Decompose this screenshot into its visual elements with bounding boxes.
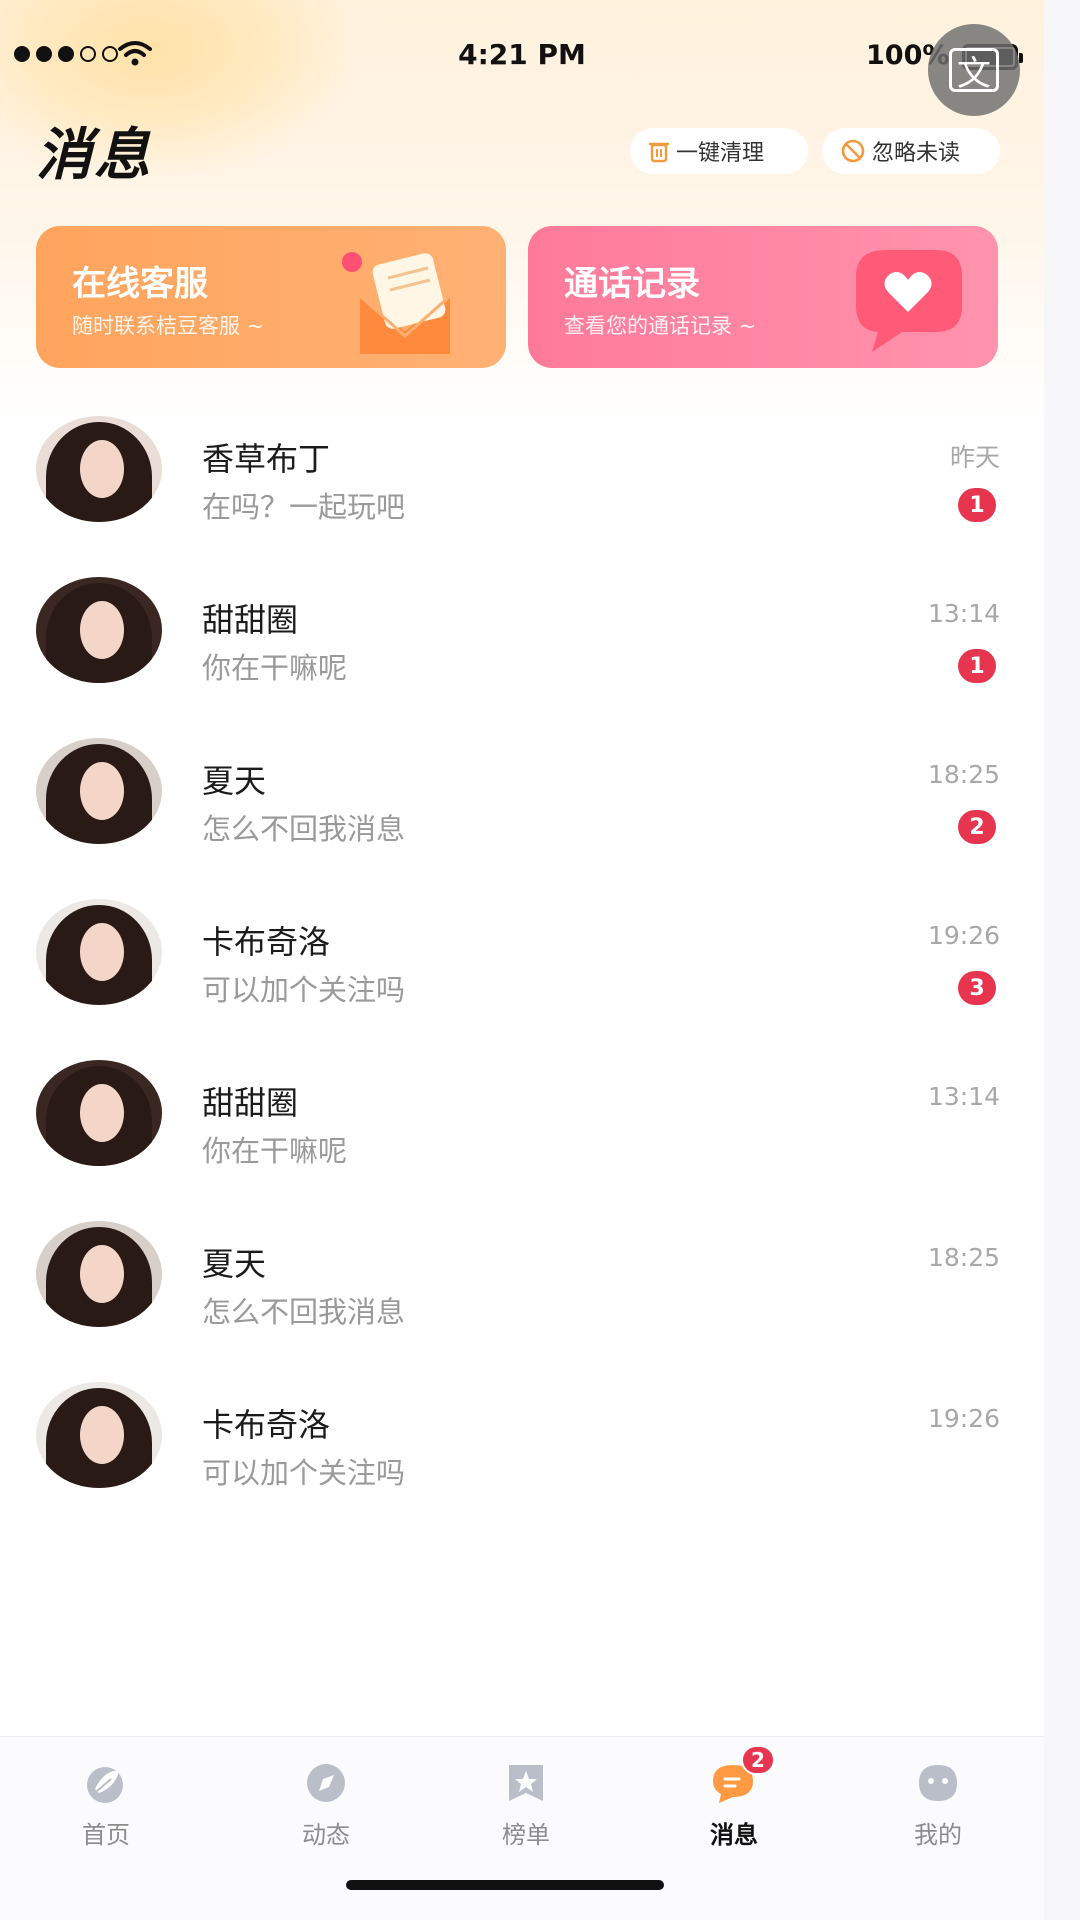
tab-label: 我的 [914, 1821, 962, 1849]
ignore-unread-label: 忽略未读 [872, 141, 961, 166]
message-time: 13:14 [927, 599, 1000, 628]
avatar[interactable] [36, 416, 162, 522]
page-title: 消息 [36, 123, 152, 188]
unread-badge: 1 [958, 649, 996, 683]
bottom-tab-bar: 首页 动态 榜单 2 消息 我的 [0, 1736, 1044, 1920]
compass-icon [301, 1761, 351, 1805]
message-row[interactable]: 香草布丁在吗？一起玩吧 昨天 1 [0, 408, 1044, 569]
status-bar: 4:21 PM 100% [0, 30, 1044, 80]
contact-name: 甜甜圈 [202, 1084, 299, 1122]
home-indicator [346, 1880, 664, 1890]
contact-name: 甜甜圈 [202, 601, 299, 639]
message-row[interactable]: 甜甜圈你在干嘛呢 13:14 1 [0, 569, 1044, 730]
unread-badge: 2 [958, 810, 996, 844]
home-leaf-icon [81, 1761, 131, 1805]
tab-label: 动态 [302, 1821, 350, 1849]
message-preview: 你在干嘛呢 [202, 1134, 348, 1168]
message-preview: 可以加个关注吗 [202, 1456, 406, 1490]
message-row[interactable]: 夏天怎么不回我消息 18:25 2 [0, 730, 1044, 891]
avatar[interactable] [36, 1221, 162, 1327]
call-records-title: 通话记录 [564, 264, 700, 304]
call-records-card[interactable]: 通话记录 查看您的通话记录 ~ [528, 226, 998, 368]
side-strip [1044, 0, 1080, 1920]
translate-icon: 文 [949, 48, 999, 94]
clean-all-button[interactable]: 一键清理 [630, 128, 808, 174]
message-bubble-icon: 2 [709, 1745, 775, 1805]
avatar[interactable] [36, 899, 162, 1005]
message-list: 香草布丁 在吗？一起玩吧 昨天 1 甜甜圈 你在干嘛呢 13:14 1 夏天 怎么不回我消息 18:… [0, 408, 1044, 1535]
contact-name: 香草布丁 [202, 440, 331, 478]
message-preview: 在吗？一起玩吧 [202, 490, 406, 524]
online-service-subtitle: 随时联系桔豆客服 ~ [72, 314, 265, 338]
unread-badge: 3 [958, 971, 996, 1005]
message-time: 13:14 [927, 1082, 1000, 1111]
avatar[interactable] [36, 738, 162, 844]
contact-name: 卡布奇洛 [202, 1406, 331, 1444]
message-time: 18:25 [927, 1243, 1000, 1272]
message-preview: 可以加个关注吗 [202, 973, 406, 1007]
tab-home[interactable]: 首页 [36, 1761, 176, 1850]
tab-mine[interactable]: 我的 [868, 1761, 1008, 1850]
message-row[interactable]: 夏天怎么不回我消息 18:25 [0, 1213, 1044, 1374]
avatar[interactable] [36, 577, 162, 683]
message-preview: 你在干嘛呢 [202, 651, 348, 685]
envelope-letter-icon [342, 252, 451, 354]
tab-ranking[interactable]: 榜单 [456, 1761, 596, 1850]
tab-label: 榜单 [502, 1821, 550, 1849]
message-preview: 怎么不回我消息 [202, 1295, 406, 1329]
tab-messages[interactable]: 2 消息 [664, 1745, 804, 1850]
ban-icon [841, 139, 865, 163]
tab-label: 首页 [82, 1821, 130, 1849]
clean-all-label: 一键清理 [676, 141, 765, 166]
call-records-subtitle: 查看您的通话记录 ~ [564, 314, 757, 338]
tab-unread-badge: 2 [741, 1745, 775, 1775]
message-time: 昨天 [949, 443, 1000, 472]
contact-name: 卡布奇洛 [202, 923, 331, 961]
tab-label: 消息 [710, 1821, 758, 1849]
online-service-title: 在线客服 [72, 264, 208, 304]
contact-name: 夏天 [202, 762, 267, 800]
message-row[interactable]: 卡布奇洛可以加个关注吗 19:26 [0, 1374, 1044, 1535]
contact-name: 夏天 [202, 1245, 267, 1283]
avatar[interactable] [36, 1382, 162, 1488]
message-row[interactable]: 甜甜圈你在干嘛呢 13:14 [0, 1052, 1044, 1213]
avatar[interactable] [36, 1060, 162, 1166]
message-time: 19:26 [927, 921, 1000, 950]
trash-icon [648, 142, 670, 163]
ranking-star-icon [501, 1761, 551, 1805]
ignore-unread-button[interactable]: 忽略未读 [822, 128, 1000, 174]
message-time: 19:26 [927, 1404, 1000, 1433]
messages-screen: 4:21 PM 100% 文 消息 一键清理 忽略未读 在线客服 随时联系桔豆客… [0, 0, 1080, 1920]
online-service-card[interactable]: 在线客服 随时联系桔豆客服 ~ [36, 226, 506, 368]
message-time: 18:25 [927, 760, 1000, 789]
tab-moments[interactable]: 动态 [256, 1761, 396, 1850]
profile-face-icon [913, 1761, 963, 1805]
unread-badge: 1 [958, 488, 996, 522]
heart-chat-bubble-icon [856, 250, 962, 352]
translate-button[interactable]: 文 [928, 24, 1020, 116]
message-row[interactable]: 卡布奇洛可以加个关注吗 19:26 3 [0, 891, 1044, 1052]
message-preview: 怎么不回我消息 [202, 812, 406, 846]
